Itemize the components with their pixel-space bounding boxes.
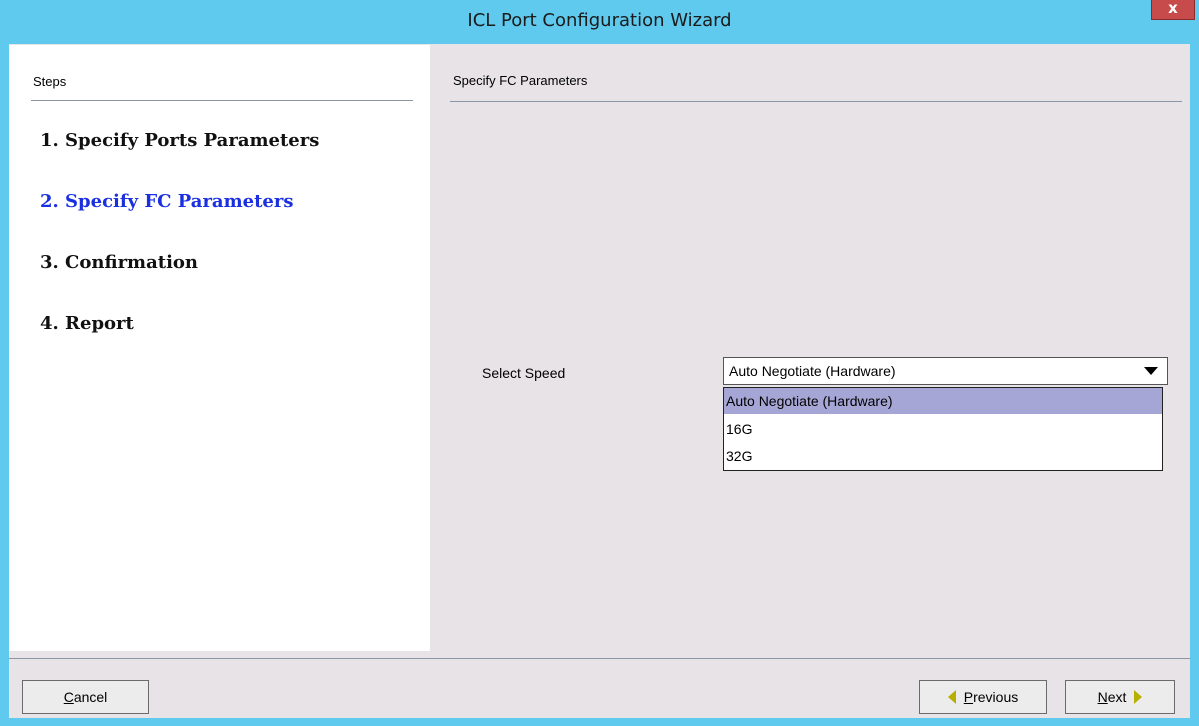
select-speed-label: Select Speed <box>482 365 566 381</box>
next-button[interactable]: Next <box>1065 680 1175 714</box>
steps-divider <box>31 100 413 101</box>
cancel-label: ancel <box>73 689 108 705</box>
step-specify-fc: 2. Specify FC Parameters <box>40 191 294 212</box>
page-title-divider <box>450 101 1182 102</box>
close-button[interactable]: x <box>1151 0 1195 20</box>
previous-label: revious <box>973 689 1019 705</box>
step-specify-ports: 1. Specify Ports Parameters <box>40 130 320 151</box>
previous-button[interactable]: Previous <box>919 680 1047 714</box>
previous-mnemonic: P <box>963 689 974 705</box>
steps-heading: Steps <box>33 74 67 89</box>
triangle-left-icon <box>947 690 956 704</box>
window-title: ICL Port Configuration Wizard <box>467 10 732 31</box>
speed-option-32g[interactable]: 32G <box>724 443 1162 469</box>
cancel-mnemonic: C <box>63 689 74 705</box>
speed-option-auto-negotiate[interactable]: Auto Negotiate (Hardware) <box>724 388 1162 414</box>
close-icon: x <box>1168 0 1178 17</box>
speed-option-16g[interactable]: 16G <box>724 416 1162 442</box>
wizard-body: Steps 1. Specify Ports Parameters 2. Spe… <box>9 44 1190 718</box>
step-report: 4. Report <box>40 313 134 334</box>
step-confirmation: 3. Confirmation <box>40 252 199 273</box>
page-title: Specify FC Parameters <box>453 73 588 88</box>
triangle-right-icon <box>1134 690 1143 704</box>
speed-select[interactable]: Auto Negotiate (Hardware) <box>723 357 1168 385</box>
footer-divider <box>9 658 1190 659</box>
speed-dropdown-list: Auto Negotiate (Hardware) 16G 32G <box>723 387 1163 471</box>
title-bar: ICL Port Configuration Wizard x <box>0 0 1199 44</box>
next-label: ext <box>1107 689 1127 705</box>
caret-down-icon[interactable] <box>1144 367 1158 375</box>
next-mnemonic: N <box>1097 689 1108 705</box>
speed-select-value: Auto Negotiate (Hardware) <box>729 363 896 379</box>
steps-panel: Steps 1. Specify Ports Parameters 2. Spe… <box>9 45 430 651</box>
cancel-button[interactable]: Cancel <box>22 680 149 714</box>
